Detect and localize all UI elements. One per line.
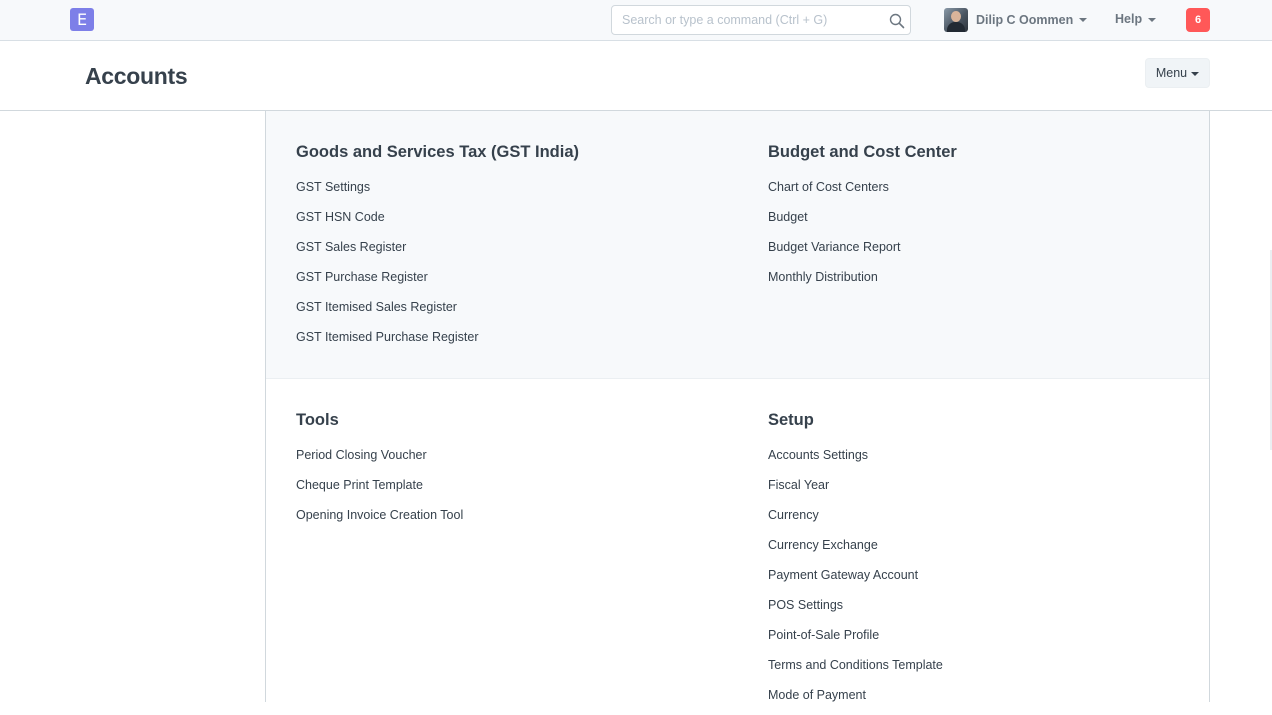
user-dropdown[interactable]: Dilip C Oommen [944,7,1088,33]
module-link[interactable]: GST Purchase Register [296,267,579,297]
section-title: Budget and Cost Center [768,143,957,161]
module-link[interactable]: GST HSN Code [296,207,579,237]
help-label[interactable]: Help [1115,12,1142,26]
avatar[interactable] [944,8,968,32]
app-logo[interactable]: E [70,8,94,31]
menu-button[interactable]: Menu [1145,58,1210,88]
section-column: Budget and Cost Center Chart of Cost Cen… [768,111,957,297]
module-link[interactable]: POS Settings [768,595,943,625]
module-link[interactable]: Chart of Cost Centers [768,177,957,207]
section-column: Setup Accounts Settings Fiscal Year Curr… [768,379,943,715]
module-link[interactable]: GST Itemised Sales Register [296,297,579,327]
navbar: E Dilip C Oommen Help 6 [0,0,1272,41]
link-list: Accounts Settings Fiscal Year Currency C… [768,445,943,715]
user-name[interactable]: Dilip C Oommen [976,13,1073,27]
chevron-down-icon [1191,71,1200,76]
module-link[interactable]: Budget Variance Report [768,237,957,267]
module-link[interactable]: Terms and Conditions Template [768,655,943,685]
module-link[interactable]: Accounts Settings [768,445,943,475]
search-input[interactable] [612,6,874,34]
link-list: Chart of Cost Centers Budget Budget Vari… [768,177,957,297]
module-sections: Goods and Services Tax (GST India) GST S… [265,111,1210,702]
module-link[interactable]: GST Settings [296,177,579,207]
module-link[interactable]: Budget [768,207,957,237]
module-link[interactable]: Currency Exchange [768,535,943,565]
notifications-badge[interactable]: 6 [1186,8,1210,32]
module-link[interactable]: Opening Invoice Creation Tool [296,505,463,535]
link-list: GST Settings GST HSN Code GST Sales Regi… [296,177,579,357]
module-link[interactable]: Mode of Payment [768,685,943,715]
menu-label[interactable]: Menu [1156,66,1187,80]
module-link[interactable]: Point-of-Sale Profile [768,625,943,655]
awesome-bar[interactable] [611,5,911,35]
link-list: Period Closing Voucher Cheque Print Temp… [296,445,463,535]
chevron-down-icon [1079,18,1088,22]
module-link[interactable]: Period Closing Voucher [296,445,463,475]
module-section: Tools Period Closing Voucher Cheque Prin… [266,379,1209,702]
module-link[interactable]: Payment Gateway Account [768,565,943,595]
help-dropdown[interactable]: Help [1115,12,1157,26]
module-link[interactable]: Monthly Distribution [768,267,957,297]
page-title: Accounts [85,63,188,89]
section-title: Tools [296,411,339,429]
page-head: Accounts Menu [0,41,1272,111]
module-link[interactable]: GST Itemised Purchase Register [296,327,579,357]
section-title: Setup [768,411,814,429]
section-title: Goods and Services Tax (GST India) [296,143,580,161]
search-icon[interactable] [889,13,905,29]
section-column: Goods and Services Tax (GST India) GST S… [296,111,579,357]
module-link[interactable]: Currency [768,505,943,535]
module-link[interactable]: Fiscal Year [768,475,943,505]
section-column: Tools Period Closing Voucher Cheque Prin… [296,379,463,535]
chevron-down-icon [1148,17,1157,22]
module-section: Goods and Services Tax (GST India) GST S… [266,111,1209,379]
module-link[interactable]: GST Sales Register [296,237,579,267]
module-link[interactable]: Cheque Print Template [296,475,463,505]
